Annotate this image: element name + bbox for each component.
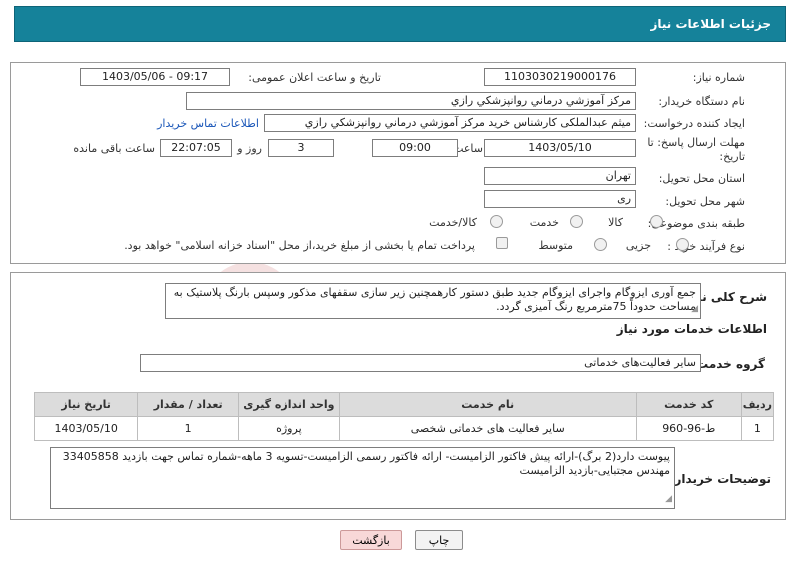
services-section-title: اطلاعات خدمات مورد نیاز: [616, 322, 767, 336]
col-unit: واحد اندازه گیری: [238, 392, 340, 417]
table-row: 1 ط-96-960 سایر فعالیت های خدماتی شخصی پ…: [33, 416, 775, 441]
announce-datetime-label: تاریخ و ساعت اعلان عمومی:: [248, 71, 381, 84]
cell-service-name: سایر فعالیت های خدماتی شخصی: [338, 416, 637, 441]
service-group-field[interactable]: سایر فعالیت‌های خدماتی: [140, 354, 701, 372]
province-field[interactable]: تهران: [484, 167, 636, 185]
category-goods-label: کالا: [608, 216, 623, 229]
remaining-time-label: ساعت باقی مانده: [73, 142, 155, 155]
cell-need-date: 1403/05/10: [33, 416, 139, 441]
city-field[interactable]: ری: [484, 190, 636, 208]
deadline-time-field[interactable]: 09:00: [372, 139, 458, 157]
col-service-code: کد خدمت: [635, 392, 742, 417]
need-number-field[interactable]: 1103030219000176: [484, 68, 636, 86]
requester-label: ایجاد کننده درخواست:: [643, 117, 745, 130]
category-goods-service-radio[interactable]: [490, 215, 503, 228]
announce-datetime-field[interactable]: 1403/05/06 - 09:17: [80, 68, 230, 86]
process-minor-radio[interactable]: [676, 238, 689, 251]
page-title: جزئیات اطلاعات نیاز: [650, 17, 771, 31]
requester-field[interactable]: میثم عبدالملکی کارشناس خرید مرکز آموزشي …: [264, 114, 636, 132]
cell-quantity: 1: [137, 416, 240, 441]
cell-row-number: 1: [740, 416, 775, 441]
process-minor-label: جزیی: [625, 239, 651, 252]
col-service-name: نام خدمت: [338, 392, 637, 417]
col-need-date: تاریخ نیاز: [33, 392, 139, 417]
buyer-notes-text: پیوست دارد(2 برگ)-ارائه پیش فاکتور الزام…: [62, 450, 670, 477]
treasury-payment-note: پرداخت تمام یا بخشی از مبلغ خرید،از محل …: [124, 239, 475, 252]
category-goods-service-label: کالا/خدمت: [429, 216, 477, 229]
summary-textarea[interactable]: جمع آوری ایزوگام واجرای ایزوگام جدید طبق…: [165, 283, 701, 319]
resize-grip-icon: ◢: [665, 494, 672, 504]
col-row-number: ردیف: [740, 392, 775, 417]
category-service-label: خدمت: [529, 216, 559, 229]
buyer-notes-textarea[interactable]: پیوست دارد(2 برگ)-ارائه پیش فاکتور الزام…: [50, 447, 675, 509]
treasury-payment-checkbox[interactable]: [496, 237, 508, 249]
deadline-date-field[interactable]: 1403/05/10: [484, 139, 636, 157]
services-table: ردیف کد خدمت نام خدمت واحد اندازه گیری ت…: [33, 392, 775, 441]
back-button[interactable]: بازگشت: [340, 530, 402, 550]
process-medium-label: متوسط: [538, 239, 573, 252]
service-group-label: گروه خدمت:: [691, 357, 765, 371]
buyer-notes-label: توضیحات خریدار:: [669, 472, 771, 486]
cell-unit: پروژه: [238, 416, 340, 441]
buyer-org-field[interactable]: مرکز آموزشي درماني روانپزشکي رازي: [186, 92, 636, 110]
deadline-label: مهلت ارسال پاسخ: تا تاریخ:: [647, 136, 745, 163]
print-button[interactable]: چاپ: [415, 530, 463, 550]
remaining-days-label: روز و: [237, 142, 262, 155]
category-service-radio[interactable]: [570, 215, 583, 228]
resize-grip-icon: ◢: [691, 304, 698, 314]
buyer-contact-link[interactable]: اطلاعات تماس خریدار: [157, 117, 259, 130]
remaining-time-field[interactable]: 22:07:05: [160, 139, 232, 157]
city-label: شهر محل تحویل:: [665, 195, 745, 208]
province-label: استان محل تحویل:: [658, 172, 745, 185]
category-goods-radio[interactable]: [650, 215, 663, 228]
page-title-bar: جزئیات اطلاعات نیاز: [14, 6, 786, 42]
cell-service-code: ط-96-960: [635, 416, 742, 441]
need-number-label: شماره نیاز:: [692, 71, 745, 84]
process-medium-radio[interactable]: [594, 238, 607, 251]
services-table-header: ردیف کد خدمت نام خدمت واحد اندازه گیری ت…: [33, 392, 775, 417]
summary-text: جمع آوری ایزوگام واجرای ایزوگام جدید طبق…: [173, 286, 696, 313]
col-quantity: تعداد / مقدار: [137, 392, 240, 417]
buyer-org-label: نام دستگاه خریدار:: [658, 95, 745, 108]
remaining-days-field[interactable]: 3: [268, 139, 334, 157]
